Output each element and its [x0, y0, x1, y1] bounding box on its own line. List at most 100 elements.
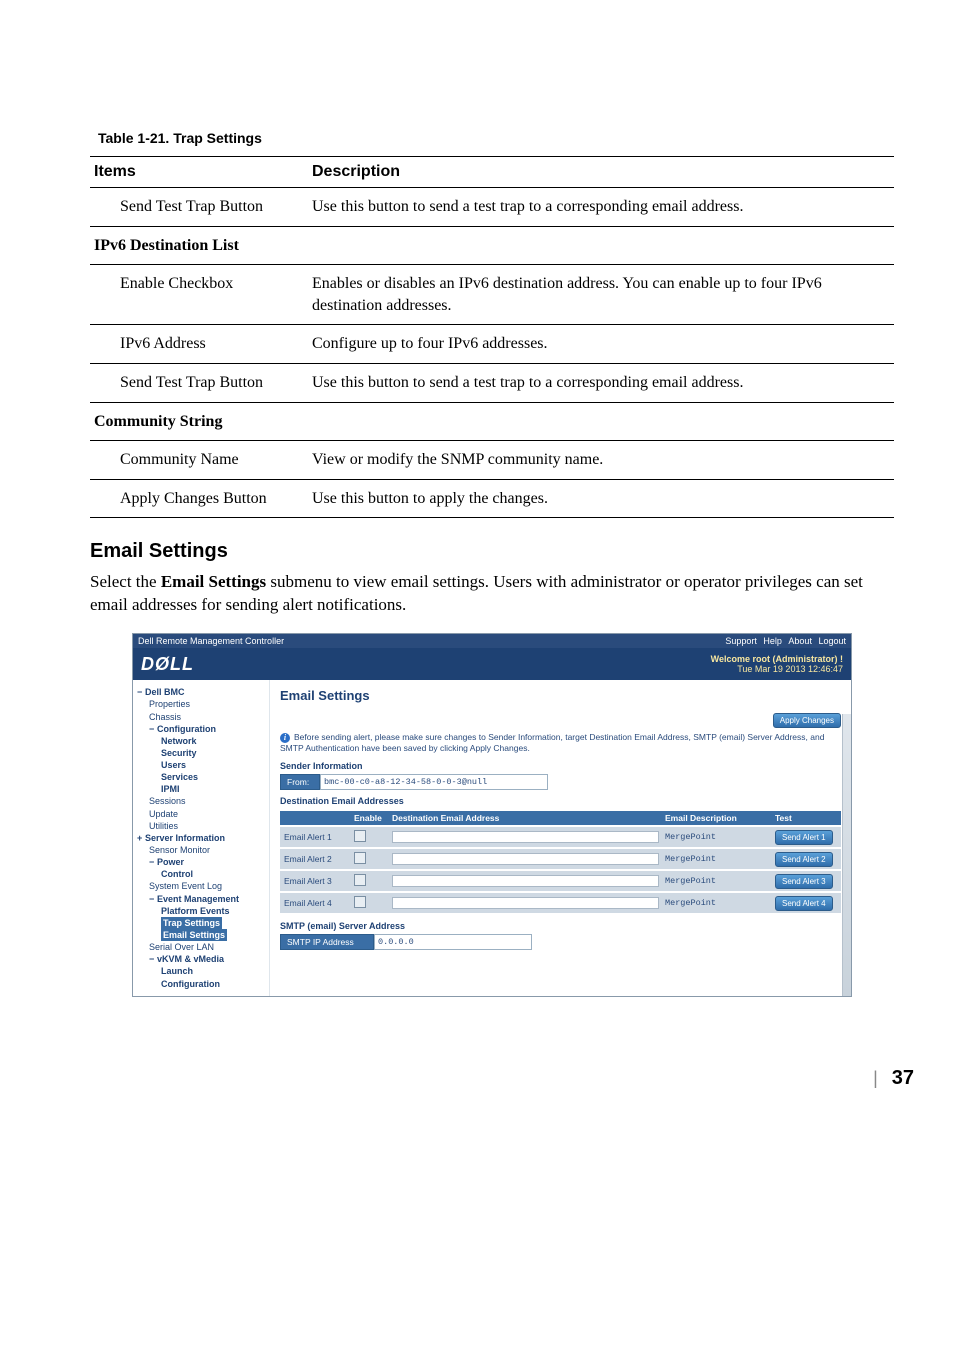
row-desc: Configure up to four IPv6 addresses.	[308, 325, 894, 364]
brand-logo: DØLL	[141, 654, 194, 675]
titlebar-title: Dell Remote Management Controller	[138, 636, 284, 646]
sidebar-item-sessions[interactable]: Sessions	[137, 795, 265, 807]
email-description: MergePoint	[661, 893, 771, 913]
link-help[interactable]: Help	[763, 636, 782, 646]
sidebar-item-sensor-monitor[interactable]: Sensor Monitor	[137, 844, 265, 856]
titlebar-links: Support Help About Logout	[721, 636, 846, 646]
brandbar: DØLL Welcome root (Administrator) ! Tue …	[133, 648, 851, 680]
enable-checkbox[interactable]	[354, 852, 366, 864]
th-items: Items	[90, 157, 308, 188]
sidebar-item-configuration2[interactable]: Configuration	[137, 978, 265, 990]
sidebar-item-vkvm[interactable]: −vKVM & vMedia	[137, 953, 265, 965]
th-enable: Enable	[350, 811, 388, 825]
row-item: Community Name	[90, 441, 308, 480]
row-name: Email Alert 1	[280, 827, 350, 847]
link-support[interactable]: Support	[725, 636, 757, 646]
section-paragraph: Select the Email Settings submenu to vie…	[90, 571, 894, 617]
sidebar-item-chassis[interactable]: Chassis	[137, 711, 265, 723]
sidebar-item-users[interactable]: Users	[137, 759, 265, 771]
enable-checkbox[interactable]	[354, 874, 366, 886]
para-pre: Select the	[90, 572, 161, 591]
sidebar-item-configuration[interactable]: −Configuration	[137, 723, 265, 735]
send-alert-button[interactable]: Send Alert 1	[775, 830, 833, 845]
sidebar-item-event-management[interactable]: −Event Management	[137, 893, 265, 905]
email-description: MergePoint	[661, 849, 771, 869]
footer-separator: |	[873, 1068, 878, 1088]
row-name: Email Alert 4	[280, 893, 350, 913]
apply-changes-button[interactable]: Apply Changes	[773, 713, 841, 728]
dest-email-field[interactable]	[392, 831, 659, 843]
welcome-text: Welcome root (Administrator) !	[711, 654, 843, 664]
destination-table: Enable Destination Email Address Email D…	[280, 809, 841, 915]
info-note: iBefore sending alert, please make sure …	[280, 732, 841, 753]
row-desc	[308, 226, 894, 265]
sidebar-item-power[interactable]: −Power	[137, 856, 265, 868]
th-email-desc: Email Description	[661, 811, 771, 825]
row-item: IPv6 Address	[90, 325, 308, 364]
sidebar-item-system-event-log[interactable]: System Event Log	[137, 880, 265, 892]
row-desc: Use this button to apply the changes.	[308, 479, 894, 518]
timestamp: Tue Mar 19 2013 12:46:47	[711, 664, 843, 674]
row-desc: Use this button to send a test trap to a…	[308, 363, 894, 402]
sidebar: −Dell BMC Properties Chassis −Configurat…	[133, 680, 270, 996]
enable-checkbox[interactable]	[354, 896, 366, 908]
row-desc	[308, 402, 894, 441]
sidebar-item-serial-over-lan[interactable]: Serial Over LAN	[137, 941, 265, 953]
th-blank	[280, 811, 350, 825]
para-bold: Email Settings	[161, 572, 266, 591]
page-number: 37	[892, 1067, 914, 1089]
row-item: Send Test Trap Button	[90, 363, 308, 402]
th-description: Description	[308, 157, 894, 188]
sidebar-item-ipmi[interactable]: IPMI	[137, 783, 265, 795]
sidebar-item-trap-settings[interactable]: Trap Settings	[137, 917, 265, 929]
sidebar-item-platform-events[interactable]: Platform Events	[137, 905, 265, 917]
th-test: Test	[771, 811, 841, 825]
row-item: Community String	[90, 402, 308, 441]
table-caption: Table 1-21. Trap Settings	[98, 130, 894, 146]
row-desc: View or modify the SNMP community name.	[308, 441, 894, 480]
from-field[interactable]: bmc-00-c0-a8-12-34-58-0-0-3@null	[320, 774, 548, 790]
send-alert-button[interactable]: Send Alert 4	[775, 896, 833, 911]
email-description: MergePoint	[661, 871, 771, 891]
dest-email-field[interactable]	[392, 853, 659, 865]
row-item: IPv6 Destination List	[90, 226, 308, 265]
row-item: Send Test Trap Button	[90, 188, 308, 227]
send-alert-button[interactable]: Send Alert 3	[775, 874, 833, 889]
table-row: Email Alert 2 MergePoint Send Alert 2	[280, 849, 841, 869]
sidebar-item-update[interactable]: Update	[137, 808, 265, 820]
sidebar-item-launch[interactable]: Launch	[137, 965, 265, 977]
smtp-ip-field[interactable]: 0.0.0.0	[374, 934, 532, 950]
row-name: Email Alert 3	[280, 871, 350, 891]
enable-checkbox[interactable]	[354, 830, 366, 842]
info-icon: i	[280, 733, 290, 743]
dest-email-field[interactable]	[392, 875, 659, 887]
sidebar-item-server-info[interactable]: +Server Information	[137, 832, 265, 844]
sender-information-label: Sender Information	[280, 761, 841, 771]
dest-email-field[interactable]	[392, 897, 659, 909]
email-description: MergePoint	[661, 827, 771, 847]
sidebar-item-security[interactable]: Security	[137, 747, 265, 759]
scrollbar[interactable]	[842, 714, 851, 996]
smtp-server-label: SMTP (email) Server Address	[280, 921, 841, 931]
sidebar-item-control[interactable]: Control	[137, 868, 265, 880]
table-row: Email Alert 1 MergePoint Send Alert 1	[280, 827, 841, 847]
titlebar: Dell Remote Management Controller Suppor…	[133, 634, 851, 648]
sidebar-item-properties[interactable]: Properties	[137, 698, 265, 710]
destination-addresses-label: Destination Email Addresses	[280, 796, 841, 806]
link-about[interactable]: About	[788, 636, 812, 646]
row-desc: Use this button to send a test trap to a…	[308, 188, 894, 227]
row-name: Email Alert 2	[280, 849, 350, 869]
page-footer: | 37	[0, 1037, 954, 1090]
sidebar-item-email-settings[interactable]: Email Settings	[137, 929, 265, 941]
trap-settings-table: Items Description Send Test Trap Button …	[90, 156, 894, 518]
page-title: Email Settings	[280, 688, 841, 703]
sidebar-item-dell-bmc[interactable]: −Dell BMC	[137, 686, 265, 698]
table-row: Email Alert 4 MergePoint Send Alert 4	[280, 893, 841, 913]
sidebar-item-network[interactable]: Network	[137, 735, 265, 747]
sidebar-item-utilities[interactable]: Utilities	[137, 820, 265, 832]
row-desc: Enables or disables an IPv6 destination …	[308, 265, 894, 325]
send-alert-button[interactable]: Send Alert 2	[775, 852, 833, 867]
link-logout[interactable]: Logout	[818, 636, 846, 646]
sidebar-item-services[interactable]: Services	[137, 771, 265, 783]
smtp-ip-label: SMTP IP Address	[280, 934, 374, 950]
